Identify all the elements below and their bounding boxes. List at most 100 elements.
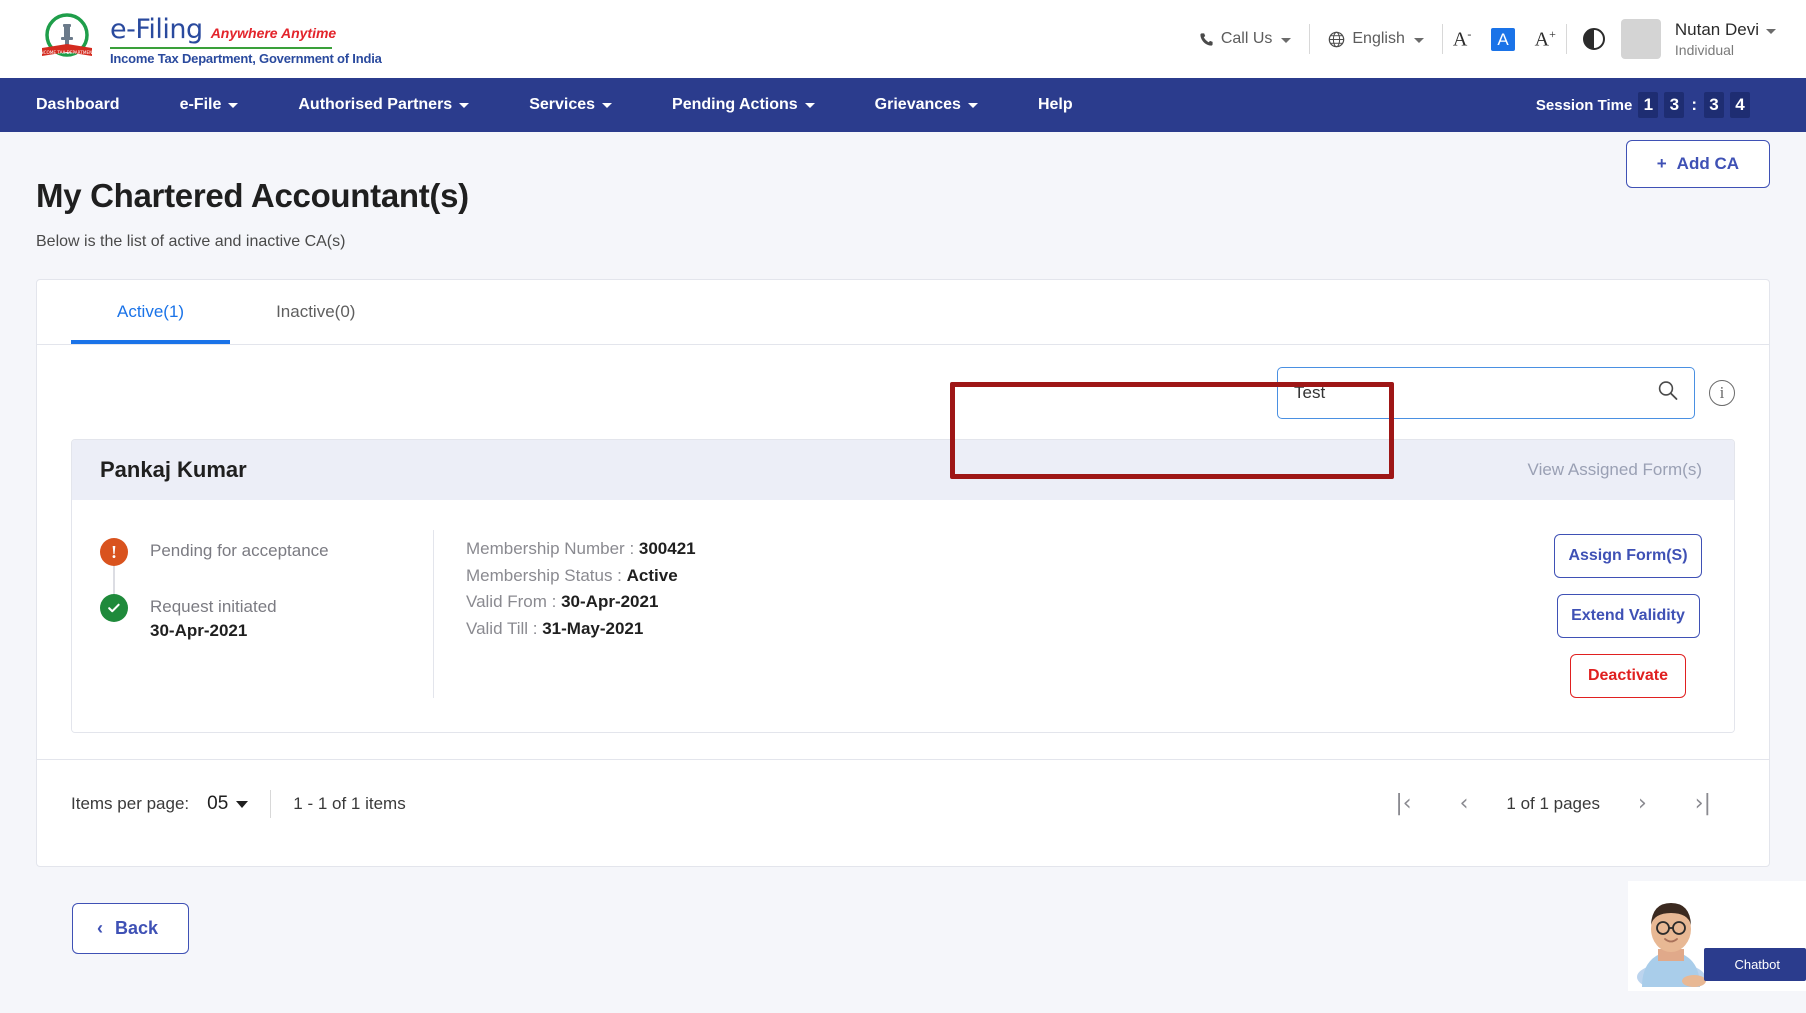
language-label: English [1352,30,1405,47]
nav-item-authorised-partners[interactable]: Authorised Partners [298,96,470,114]
status-timeline: ! Pending for acceptance Request initiat… [100,530,425,698]
detail-label: Valid From : [466,592,562,611]
card-actions: Assign Form(S) Extend Validity Deactivat… [1554,530,1702,698]
last-page-button[interactable]: ›| [1671,793,1735,815]
phone-icon [1200,32,1213,46]
check-circle-icon [100,594,128,622]
tab-inactive-label: Inactive(0) [276,302,356,321]
detail-value: 300421 [638,539,696,558]
chevron-down-icon [236,800,249,808]
nav-item-services[interactable]: Services [529,96,613,114]
assign-forms-button[interactable]: Assign Form(S) [1554,534,1702,578]
detail-valid-till: Valid Till : 31-May-2021 [466,616,696,643]
font-increase-label: A [1534,28,1550,51]
tab-bar: Active(1) Inactive(0) [37,280,1769,345]
first-page-button[interactable]: |‹ [1371,793,1435,815]
page-header-row: My Chartered Accountant(s) Below is the … [36,132,1770,251]
user-menu[interactable]: Nutan Devi Individual [1675,20,1776,58]
back-button[interactable]: ‹ Back [72,903,190,954]
plus-icon: + [1656,154,1667,173]
items-per-page-select[interactable]: 05 [207,793,249,815]
prev-page-button[interactable]: ‹ [1436,793,1493,815]
nav-label: Pending Actions [672,96,798,113]
main-navigation: Dashboard e-File Authorised Partners Ser… [0,78,1806,132]
view-assigned-forms-link[interactable]: View Assigned Form(s) [1528,460,1702,480]
ca-list-panel: Active(1) Inactive(0) i [36,279,1770,867]
chatbot-avatar-icon [1634,891,1708,991]
card-vertical-divider [433,530,434,698]
brand-subtitle: Income Tax Department, Government of Ind… [110,51,382,66]
detail-valid-from: Valid From : 30-Apr-2021 [466,589,696,616]
timeline-date: 30-Apr-2021 [150,621,248,640]
warning-glyph: ! [111,541,117,562]
india-emblem-icon: INCOME TAX DEPARTMENT [38,10,96,68]
nav-label: Authorised Partners [298,96,453,113]
chevron-down-icon [967,102,978,108]
nav-label: Grievances [874,96,961,113]
detail-label: Valid Till : [466,618,543,638]
next-page-button[interactable]: › [1614,793,1671,815]
brand-tagline: Anywhere Anytime [210,25,337,41]
page-indicator: 1 of 1 pages [1506,794,1600,813]
nav-item-e-file[interactable]: e-File [180,96,239,114]
tab-inactive[interactable]: Inactive(0) [230,280,401,344]
nav-label: Help [1037,96,1073,113]
search-input[interactable] [1277,367,1695,419]
deactivate-button[interactable]: Deactivate [1570,654,1686,698]
chatbot-button[interactable]: Chatbot [1704,948,1806,981]
user-name-label: Nutan Devi [1674,20,1759,39]
font-normal-button[interactable]: A [1481,27,1524,51]
font-increase-button[interactable]: A+ [1525,27,1566,52]
items-per-page-value: 05 [207,793,229,814]
chevron-down-icon [459,102,470,108]
nav-item-pending-actions[interactable]: Pending Actions [672,96,815,114]
detail-value: Active [626,565,678,585]
contrast-toggle-icon[interactable] [1582,28,1605,50]
add-ca-label: Add CA [1676,154,1739,173]
timeline-label: Request initiated [150,597,277,616]
add-ca-button[interactable]: + Add CA [1625,140,1770,188]
back-label: Back [115,918,159,938]
session-digit: 4 [1730,92,1750,118]
chevron-down-icon [804,102,815,108]
nav-item-help[interactable]: Help [1038,96,1073,114]
chevron-down-icon [602,102,613,108]
chevron-down-icon [1281,38,1292,43]
ca-card-header: Pankaj Kumar View Assigned Form(s) [72,440,1734,500]
session-digit: 3 [1704,92,1724,118]
chevron-down-icon [228,102,239,108]
chevron-down-icon [1766,29,1776,34]
tab-active[interactable]: Active(1) [71,280,231,344]
items-per-page-label: Items per page: [71,794,190,813]
language-menu[interactable]: English [1310,30,1441,48]
session-time-label: Session Time [1535,96,1633,114]
ca-name: Pankaj Kumar [100,457,247,482]
session-timer: Session Time 1 3 : 3 4 [1536,92,1770,118]
ca-card: Pankaj Kumar View Assigned Form(s) ! Pen… [71,439,1735,733]
nav-item-dashboard[interactable]: Dashboard [36,96,120,114]
call-us-menu[interactable]: Call Us [1181,30,1310,48]
user-role-label: Individual [1674,42,1735,58]
avatar [1620,19,1661,59]
brand-divider [110,47,332,49]
chevron-left-icon: ‹ [97,918,103,938]
font-decrease-label: A [1452,28,1468,51]
nav-label: e-File [179,96,222,113]
nav-item-grievances[interactable]: Grievances [875,96,978,114]
brand-logo[interactable]: INCOME TAX DEPARTMENT e-Filing Anywhere … [38,10,382,68]
extend-validity-button[interactable]: Extend Validity [1556,594,1700,638]
timeline-step-pending: ! Pending for acceptance [100,538,425,610]
font-decrease-button[interactable]: A- [1443,27,1481,52]
info-icon[interactable]: i [1709,380,1735,406]
detail-label: Membership Status : [466,565,627,585]
timeline-step-initiated: Request initiated 30-Apr-2021 [100,594,425,641]
chatbot-widget[interactable]: Chatbot [1628,881,1806,991]
detail-membership-status: Membership Status : Active [466,563,696,590]
session-digit: 1 [1638,92,1659,118]
svg-text:INCOME TAX DEPARTMENT: INCOME TAX DEPARTMENT [39,50,95,55]
globe-icon [1329,31,1345,47]
timeline-label: Pending for acceptance [150,541,329,560]
search-row: i [37,345,1769,439]
brand-title: e-Filing [110,14,203,45]
chevron-down-icon [1413,38,1424,43]
